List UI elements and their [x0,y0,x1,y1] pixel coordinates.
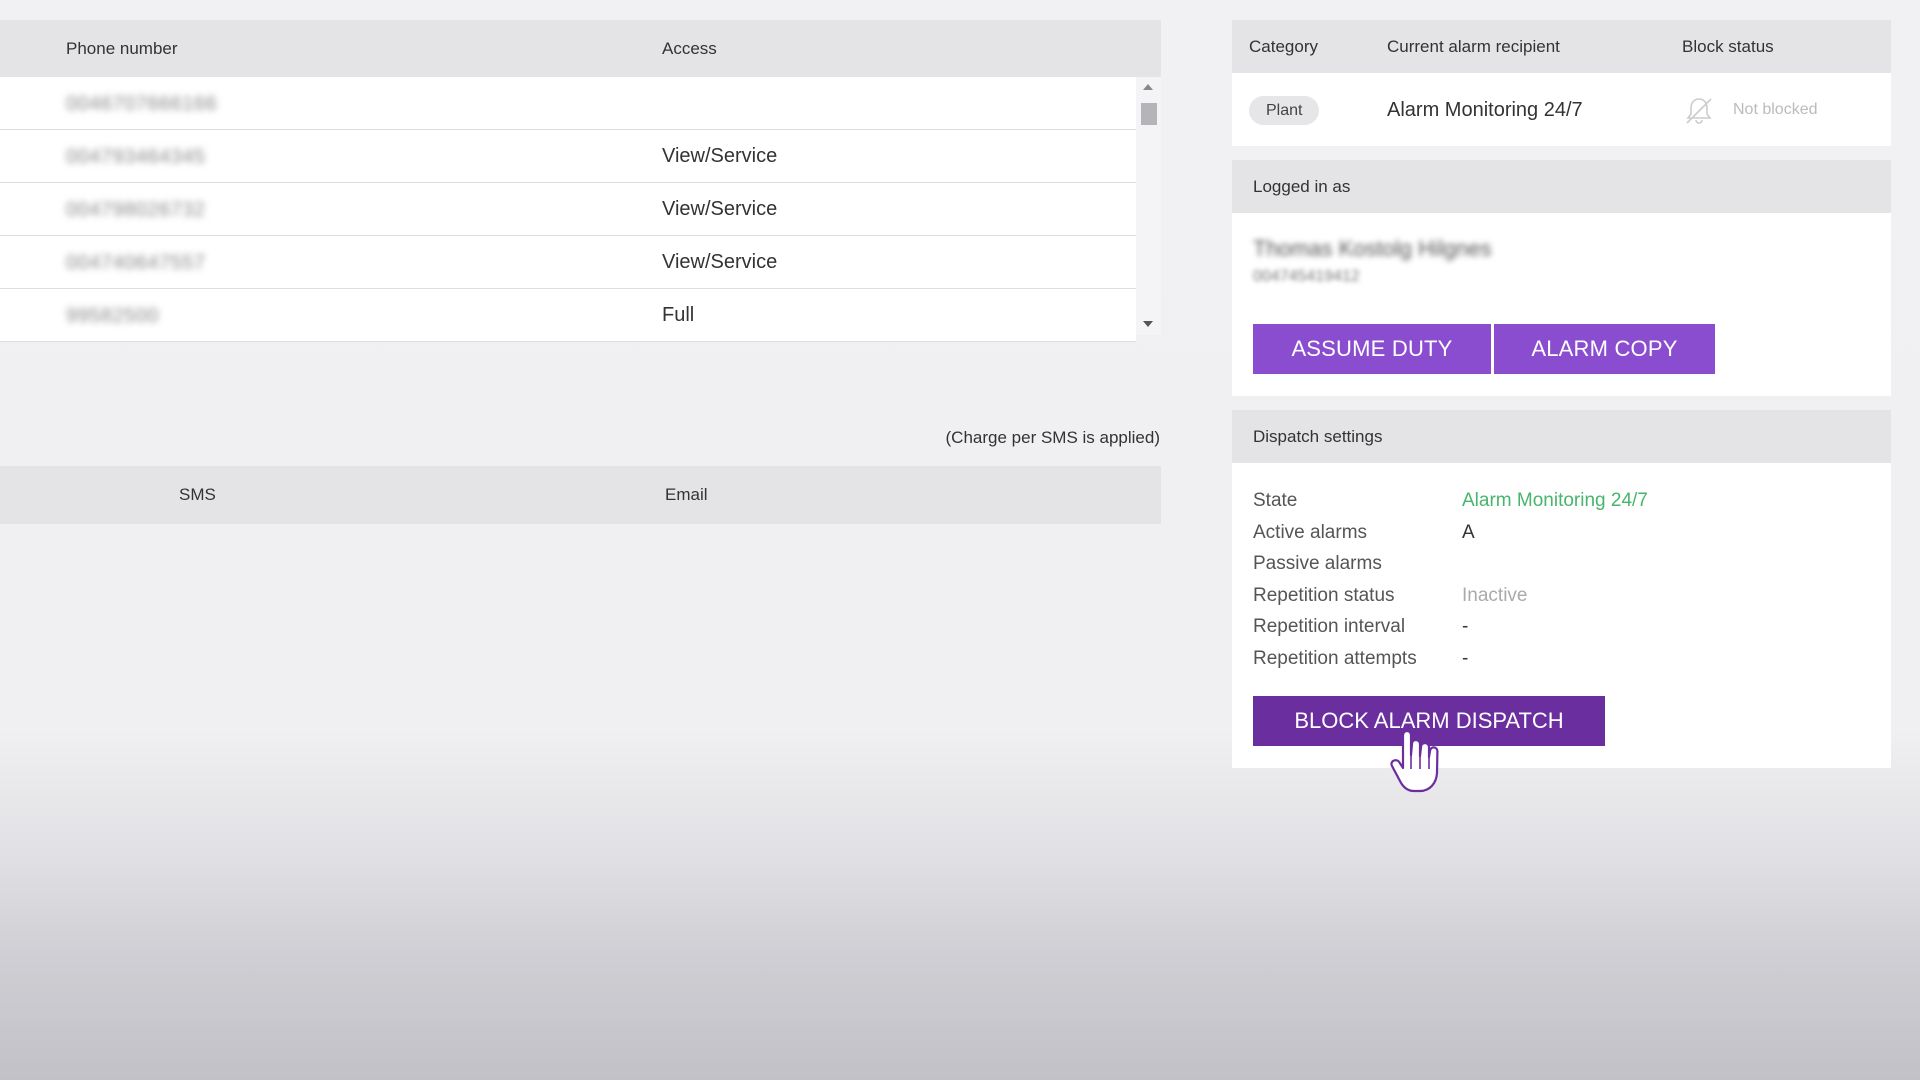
access-level: Full [662,304,695,326]
table-row[interactable]: 0046707666166 [0,77,1136,130]
category-chip: Plant [1249,96,1320,125]
active-alarms-value: A [1462,522,1475,543]
access-level: View/Service [662,145,778,167]
dispatch-settings-panel: Dispatch settings State Alarm Monitoring… [1232,410,1891,768]
phone-number: 004740647557 [66,252,206,274]
block-status: Not blocked [1733,101,1818,118]
sms-charge-note: (Charge per SMS is applied) [945,428,1160,447]
alarm-copy-button[interactable]: ALARM COPY [1494,324,1715,374]
dispatch-settings-title: Dispatch settings [1253,427,1383,446]
sms-header: SMS [179,485,216,504]
state-value: Alarm Monitoring 24/7 [1462,490,1648,511]
repetition-attempts-value: - [1462,648,1469,669]
phone-table-body[interactable]: 0046707666166 004793464345 View/Service … [0,77,1161,342]
logged-in-panel: Logged in as Thomas Kostolg Hilgnes 0047… [1232,160,1891,396]
logged-in-header: Logged in as [1232,160,1891,213]
table-row[interactable]: 004798026732 View/Service [0,183,1136,236]
user-name: Thomas Kostolg Hilgnes [1253,236,1492,261]
phone-number: 0046707666166 [66,93,218,115]
category-header: Category [1249,37,1318,56]
phone-number: 99582500 [66,305,159,327]
active-alarms-label: Active alarms [1253,522,1368,543]
alarm-recipient-panel: Category Current alarm recipient Block s… [1232,20,1891,146]
access-level: View/Service [662,251,778,273]
table-row[interactable]: 004793464345 View/Service [0,130,1136,183]
bell-off-icon [1686,98,1712,124]
state-label: State [1253,490,1298,511]
logged-in-title: Logged in as [1253,177,1351,196]
scroll-down-arrow-icon[interactable] [1143,321,1153,327]
phone-table: Phone number Access 0046707666166 004793… [0,20,1161,342]
phone-number-header: Phone number [66,38,178,58]
phone-number: 004793464345 [66,146,206,168]
hand-pointer-icon [1390,729,1439,793]
user-phone: 004745419412 [1253,268,1360,285]
notification-table-header: SMS Email [0,466,1161,524]
table-row[interactable]: 004740647557 View/Service [0,236,1136,289]
repetition-attempts-label: Repetition attempts [1253,648,1417,669]
scroll-up-arrow-icon[interactable] [1143,84,1153,90]
block-status-header: Block status [1682,37,1774,56]
repetition-status-value: Inactive [1462,585,1528,606]
repetition-status-label: Repetition status [1253,585,1395,606]
recipient-header: Current alarm recipient [1387,37,1560,56]
dispatch-settings-header: Dispatch settings [1232,410,1891,463]
alarm-recipient-header: Category Current alarm recipient Block s… [1232,20,1891,73]
current-recipient: Alarm Monitoring 24/7 [1387,99,1583,121]
passive-alarms-label: Passive alarms [1253,553,1382,574]
assume-duty-button[interactable]: ASSUME DUTY [1253,324,1491,374]
repetition-interval-value: - [1462,616,1469,637]
access-header: Access [662,38,717,58]
access-level: View/Service [662,198,778,220]
scrollbar-thumb[interactable] [1141,103,1157,125]
phone-number: 004798026732 [66,199,206,221]
table-scrollbar[interactable] [1136,77,1161,335]
repetition-interval-label: Repetition interval [1253,616,1406,637]
phone-table-header: Phone number Access [0,20,1161,77]
email-header: Email [665,485,708,504]
table-row[interactable]: 99582500 Full [0,289,1136,342]
